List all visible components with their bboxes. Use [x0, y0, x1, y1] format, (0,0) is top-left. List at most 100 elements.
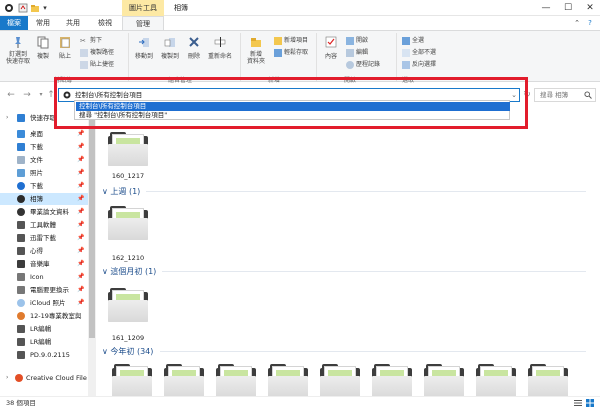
sidebar-item-album[interactable]: 相簿 📌 — [0, 193, 88, 205]
large-icons-view-icon[interactable] — [586, 399, 594, 407]
edit-button[interactable]: 編輯 — [346, 47, 368, 57]
forward-arrow-icon[interactable]: → — [22, 89, 32, 101]
pin-icon[interactable]: 📌 — [77, 232, 84, 244]
delete-button[interactable]: 刪除 — [184, 35, 204, 60]
sidebar-item-icon[interactable]: Icon 📌 — [0, 271, 88, 283]
group-header-early-year[interactable]: ∨ 今年初 (34) — [102, 346, 153, 357]
open-button[interactable]: 開啟 — [346, 35, 368, 45]
folder-thumbnail[interactable] — [318, 362, 362, 396]
copy-to-button[interactable]: 複製到 — [158, 35, 182, 60]
pin-icon[interactable]: 📌 — [77, 297, 84, 309]
new-folder-quick-icon[interactable] — [30, 3, 40, 13]
sidebar-item-documents[interactable]: 文件 📌 — [0, 154, 88, 166]
sidebar-item-music[interactable]: 音樂庫 📌 — [0, 258, 88, 270]
pin-icon[interactable]: 📌 — [77, 193, 84, 205]
sidebar-item-computer-change[interactable]: 電腦要更換示 📌 — [0, 284, 88, 296]
search-box[interactable]: 搜尋 相簿 — [534, 88, 596, 102]
pin-icon[interactable]: 📌 — [77, 219, 84, 231]
pin-icon[interactable]: 📌 — [77, 206, 84, 218]
pin-icon[interactable]: 📌 — [77, 154, 84, 166]
folder-label[interactable]: 162_1210 — [100, 254, 158, 262]
copy-button[interactable]: 複製 — [34, 35, 52, 60]
pin-icon[interactable]: 📌 — [77, 128, 84, 140]
app-icon[interactable] — [4, 3, 14, 13]
new-item-button[interactable]: 新增項目 — [274, 35, 308, 45]
group-header-last-week[interactable]: ∨ 上週 (1) — [102, 186, 140, 197]
scrollbar-thumb[interactable] — [89, 118, 95, 338]
details-view-icon[interactable] — [574, 399, 582, 407]
sidebar-item-tools[interactable]: 工具軟體 📌 — [0, 219, 88, 231]
minimize-button[interactable]: — — [536, 0, 556, 16]
folder-thumbnail[interactable] — [106, 204, 150, 242]
up-arrow-icon[interactable]: ↑ — [46, 89, 56, 101]
expand-chevron-icon[interactable]: › — [6, 112, 8, 124]
close-button[interactable]: ✕ — [580, 0, 600, 16]
history-button[interactable]: 歷程記錄 — [346, 59, 380, 69]
folder-thumbnail[interactable] — [526, 362, 570, 396]
group-header-early-month[interactable]: ∨ 這個月初 (1) — [102, 266, 156, 277]
sidebar-item-pictures[interactable]: 照片 📌 — [0, 167, 88, 179]
copy-path-button[interactable]: 複製路徑 — [80, 47, 114, 57]
sidebar-item-notes[interactable]: 心得 📌 — [0, 245, 88, 257]
pin-quick-access-button[interactable]: 釘選到 快速存取 — [4, 35, 32, 65]
pin-icon[interactable]: 📌 — [77, 180, 84, 192]
pin-icon[interactable]: 📌 — [77, 167, 84, 179]
move-to-button[interactable]: 移動到 — [132, 35, 156, 60]
paste-shortcut-button[interactable]: 貼上捷徑 — [80, 59, 114, 69]
sidebar-item-downloads[interactable]: 下載 📌 — [0, 141, 88, 153]
sidebar-item-icloud-photos[interactable]: iCloud 照片 📌 — [0, 297, 88, 309]
sidebar-item-lr-edit[interactable]: LR編輯 — [0, 323, 88, 335]
folder-thumbnail[interactable] — [266, 362, 310, 396]
easy-access-button[interactable]: 輕鬆存取 — [274, 47, 308, 57]
back-arrow-icon[interactable]: ← — [6, 89, 16, 101]
tab-home[interactable]: 常用 — [30, 16, 56, 30]
folder-thumbnail[interactable] — [370, 362, 414, 396]
invert-selection-button[interactable]: 反向選擇 — [402, 59, 436, 69]
pin-icon[interactable]: 📌 — [77, 141, 84, 153]
sidebar-item-lr-edit-2[interactable]: LR編輯 — [0, 336, 88, 348]
recent-locations-icon[interactable]: ▾ — [36, 89, 46, 101]
maximize-button[interactable]: ☐ — [558, 0, 578, 16]
expand-chevron-icon[interactable]: › — [6, 372, 8, 384]
sidebar-item-desktop[interactable]: 桌面 📌 — [0, 128, 88, 140]
address-dropdown-icon[interactable]: ⌄ — [511, 89, 517, 101]
sidebar-item-creative-cloud[interactable]: › Creative Cloud File — [0, 372, 88, 384]
sidebar-item-pd[interactable]: PD.9.0.2115 — [0, 349, 88, 361]
sidebar-item-downloads-2[interactable]: 下載 📌 — [0, 180, 88, 192]
folder-label[interactable]: 161_1209 — [100, 334, 158, 342]
help-button[interactable]: ? — [584, 16, 596, 30]
rename-button[interactable]: 重新命名 — [206, 35, 234, 60]
quick-access-dropdown-icon[interactable]: ▾ — [40, 0, 50, 16]
paste-button[interactable]: 貼上 — [56, 35, 74, 60]
tab-file[interactable]: 檔案 — [0, 16, 28, 30]
suggestion-item[interactable]: 控制台\所有控制台項目 — [76, 102, 510, 111]
search-input[interactable]: 搜尋 相簿 — [540, 89, 568, 101]
folder-thumbnail[interactable] — [162, 362, 206, 396]
folder-thumbnail[interactable] — [214, 362, 258, 396]
sidebar-item-thunder[interactable]: 迅雷下載 📌 — [0, 232, 88, 244]
pin-icon[interactable]: 📌 — [77, 284, 84, 296]
select-all-button[interactable]: 全選 — [402, 35, 424, 45]
refresh-icon[interactable]: ↻ — [522, 89, 532, 101]
ribbon-collapse-icon[interactable]: ⌃ — [572, 16, 582, 30]
tab-share[interactable]: 共用 — [60, 16, 86, 30]
pin-icon[interactable]: 📌 — [77, 258, 84, 270]
sidebar-item-classroom[interactable]: 12-19專業教室與 — [0, 310, 88, 322]
suggestion-item[interactable]: 搜尋 "控制台\所有控制台項目" — [76, 111, 510, 120]
new-folder-button[interactable]: 新增 資料夾 — [244, 35, 268, 65]
folder-thumbnail[interactable] — [422, 362, 466, 396]
pin-icon[interactable]: 📌 — [77, 245, 84, 257]
sidebar-item-thesis[interactable]: 畢業論文資料 📌 — [0, 206, 88, 218]
select-none-button[interactable]: 全部不選 — [402, 47, 436, 57]
tab-view[interactable]: 檢視 — [92, 16, 118, 30]
folder-thumbnail[interactable] — [106, 130, 150, 168]
tab-manage[interactable]: 管理 — [122, 16, 164, 30]
folder-label[interactable]: 160_1217 — [100, 172, 158, 180]
search-icon[interactable] — [584, 91, 592, 99]
folder-thumbnail[interactable] — [106, 286, 150, 324]
properties-button[interactable]: 內容 — [320, 35, 342, 60]
folder-thumbnail[interactable] — [110, 362, 154, 396]
sidebar-scrollbar[interactable] — [88, 110, 96, 396]
pin-icon[interactable]: 📌 — [77, 271, 84, 283]
folder-thumbnail[interactable] — [474, 362, 518, 396]
